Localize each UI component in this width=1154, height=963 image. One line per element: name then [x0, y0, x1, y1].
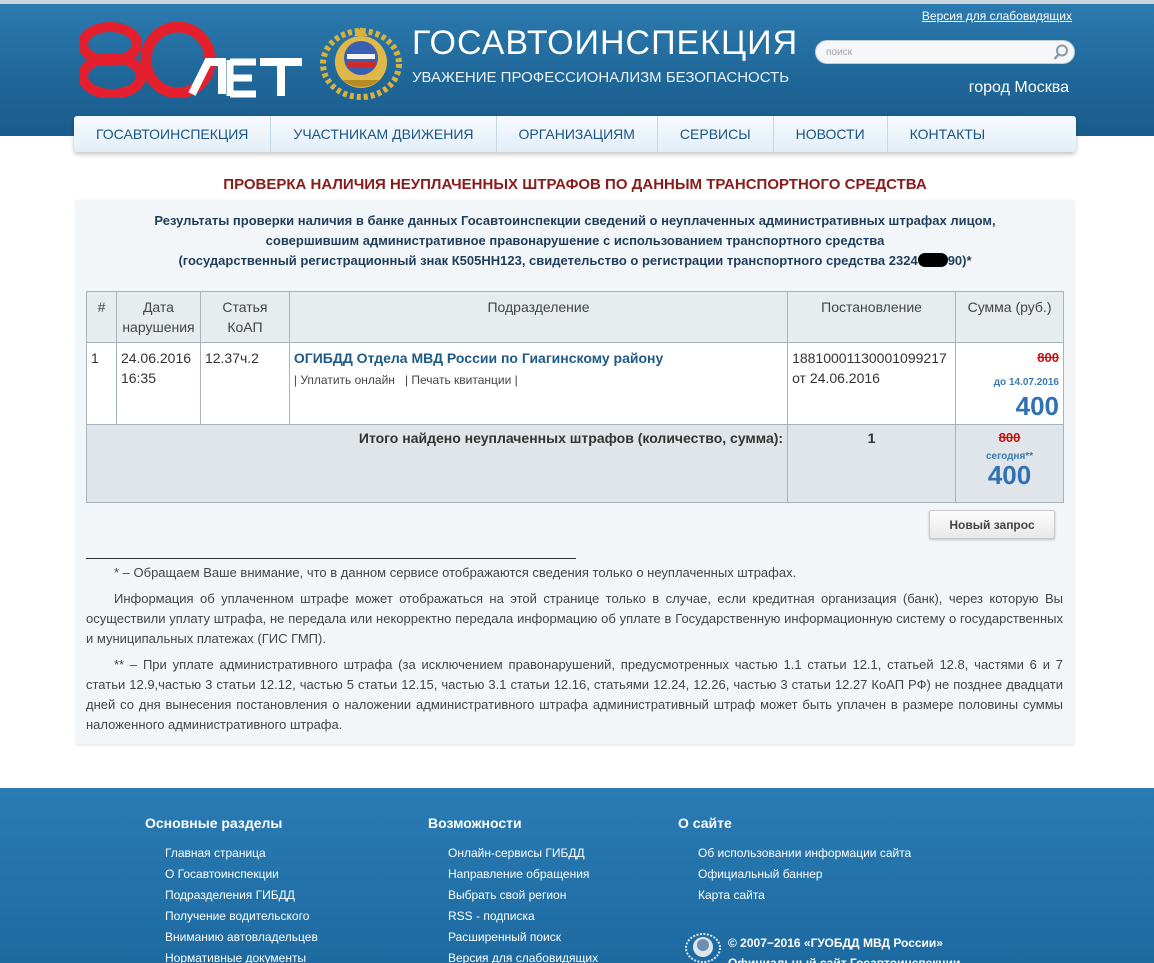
intro-line-3-b: 90)*: [947, 253, 972, 268]
footer-link[interactable]: Главная страница: [165, 843, 318, 864]
footer-link[interactable]: Онлайн-сервисы ГИБДД: [448, 843, 598, 864]
redaction-blob: [917, 253, 948, 267]
footer-col-about: О сайте Об использовании информации сайт…: [678, 815, 911, 906]
total-new-sum: 400: [987, 460, 1032, 490]
nav-item-news[interactable]: НОВОСТИ: [774, 116, 888, 152]
footer-link[interactable]: О Госавтоинспекции: [165, 864, 318, 885]
fines-table: # Дата нарушения Статья КоАП Подразделен…: [85, 291, 1064, 503]
cell-num: 1: [86, 342, 117, 425]
city-selector[interactable]: город Москва: [969, 79, 1069, 97]
total-count: 1: [787, 424, 957, 503]
footer-link[interactable]: Выбрать свой регион: [448, 885, 598, 906]
search-box: [815, 40, 1075, 64]
footer-link[interactable]: Нормативные документы: [165, 948, 318, 963]
division-link[interactable]: ОГИБДД Отдела МВД России по Гиагинскому …: [294, 350, 663, 366]
col-header-num: #: [86, 291, 117, 343]
old-sum: 800: [1037, 350, 1059, 365]
site-footer: Основные разделы Главная страница О Госа…: [0, 788, 1154, 963]
col-header-decision: Постановление: [787, 291, 957, 343]
page: ГОСАВТОИНСПЕКЦИЯ УВАЖЕНИЕ ПРОФЕССИОНАЛИЗ…: [0, 0, 1154, 963]
nav-item-organizations[interactable]: ОРГАНИЗАЦИЯМ: [497, 116, 658, 152]
intro-line-3-a: (государственный регистрационный знак К5…: [178, 253, 918, 268]
discount-deadline: до 14.07.2016: [993, 377, 1059, 388]
brand-subtitle: УВАЖЕНИЕ ПРОФЕССИОНАЛИЗМ БЕЗОПАСНОСТЬ: [412, 69, 790, 86]
new-request-button[interactable]: Новый запрос: [929, 510, 1055, 539]
cell-date: 24.06.2016 16:35: [115, 342, 201, 425]
copyright: © 2007−2016 «ГУОБДД МВД России» Официаль…: [728, 933, 960, 963]
search-icon[interactable]: [1052, 43, 1070, 61]
notes-divider: [86, 558, 576, 559]
table-row: 1 24.06.2016 16:35 12.37ч.2 ОГИБДД Отдел…: [86, 342, 1064, 425]
footer-emblem-icon: [685, 933, 721, 963]
footer-link[interactable]: Версия для слабовидящих: [448, 948, 598, 963]
footer-link[interactable]: Подразделения ГИБДД: [165, 885, 318, 906]
gibdd-emblem-icon: [320, 27, 402, 100]
brand-title: ГОСАВТОИНСПЕКЦИЯ: [412, 24, 799, 62]
accessible-version-link[interactable]: Версия для слабовидящих: [922, 9, 1072, 23]
footer-link[interactable]: Расширенный поиск: [448, 927, 598, 948]
col-header-article: Статья КоАП: [199, 291, 290, 343]
nav-item-gosavtoinspekciya[interactable]: ГОСАВТОИНСПЕКЦИЯ: [74, 116, 272, 152]
col-header-sum: Сумма (руб.): [955, 291, 1064, 343]
header-top-line: [0, 0, 1154, 4]
footer-link[interactable]: Направление обращения: [448, 864, 598, 885]
col-header-division: Подразделение: [288, 291, 789, 343]
total-old-sum: 800: [998, 430, 1021, 445]
print-receipt-link[interactable]: | Печать квитанции |: [405, 373, 518, 387]
footer-link[interactable]: Об использовании информации сайта: [698, 843, 911, 864]
decision-number: 18810001130001099217: [792, 350, 947, 366]
results-intro: Результаты проверки наличия в банке данн…: [96, 211, 1054, 271]
main-nav: ГОСАВТОИНСПЕКЦИЯ УЧАСТНИКАМ ДВИЖЕНИЯ ОРГ…: [74, 116, 1076, 152]
col-header-date: Дата нарушения: [115, 291, 201, 343]
nav-item-contacts[interactable]: КОНТАКТЫ: [888, 116, 1008, 152]
footer-col-features: Возможности Онлайн-сервисы ГИБДД Направл…: [428, 815, 598, 963]
footer-link[interactable]: Официальный баннер: [698, 864, 911, 885]
fine-actions: | Уплатить онлайн | Печать квитанции |: [294, 370, 783, 390]
80-years-logo[interactable]: [80, 22, 302, 98]
footer-link[interactable]: Получение водительского: [165, 906, 318, 927]
page-title: ПРОВЕРКА НАЛИЧИЯ НЕУПЛАЧЕННЫХ ШТРАФОВ ПО…: [223, 176, 927, 193]
footer-link[interactable]: Карта сайта: [698, 885, 911, 906]
nav-item-participants[interactable]: УЧАСТНИКАМ ДВИЖЕНИЯ: [271, 116, 497, 152]
copyright-line-1: © 2007−2016 «ГУОБДД МВД России»: [728, 936, 943, 950]
decision-date: от 24.06.2016: [792, 370, 880, 386]
total-row: Итого найдено неуплаченных штрафов (коли…: [85, 424, 1064, 503]
cell-decision: 18810001130001099217 от 24.06.2016: [787, 342, 957, 425]
search-input[interactable]: [826, 44, 1046, 60]
footer-col-title: Возможности: [428, 815, 522, 831]
copyright-line-2: Официальный сайт Госавтоинспекции: [728, 956, 961, 963]
intro-line-2: совершившим административное правонаруше…: [265, 233, 885, 248]
cell-division: ОГИБДД Отдела МВД России по Гиагинскому …: [288, 342, 789, 425]
intro-line-1: Результаты проверки наличия в банке данн…: [154, 213, 996, 228]
footnotes: * – Обращаем Ваше внимание, что в данном…: [86, 563, 1063, 741]
nav-item-services[interactable]: СЕРВИСЫ: [658, 116, 774, 152]
footnote-1: * – Обращаем Ваше внимание, что в данном…: [114, 565, 797, 580]
footer-link[interactable]: RSS - подписка: [448, 906, 598, 927]
intro-line-3: (государственный регистрационный знак К5…: [96, 251, 1054, 271]
discounted-sum: 400: [1015, 391, 1059, 421]
footer-col-main-sections: Основные разделы Главная страница О Госа…: [145, 815, 318, 963]
total-sum-cell: 800 сегодня** 400: [955, 424, 1064, 503]
footer-col-title: О сайте: [678, 815, 732, 831]
footnote-2: Информация об уплаченном штрафе может от…: [86, 591, 1063, 646]
cell-sum: 800 до 14.07.2016 400: [955, 342, 1064, 425]
table-header-row: # Дата нарушения Статья КоАП Подразделен…: [86, 291, 1064, 343]
footer-col-title: Основные разделы: [145, 815, 283, 831]
cell-article: 12.37ч.2: [199, 342, 290, 425]
footnote-3: ** – При уплате административного штрафа…: [86, 657, 1063, 732]
footer-link[interactable]: Вниманию автовладельцев: [165, 927, 318, 948]
pay-online-link[interactable]: | Уплатить онлайн: [294, 373, 395, 387]
total-label: Итого найдено неуплаченных штрафов (коли…: [85, 424, 789, 503]
